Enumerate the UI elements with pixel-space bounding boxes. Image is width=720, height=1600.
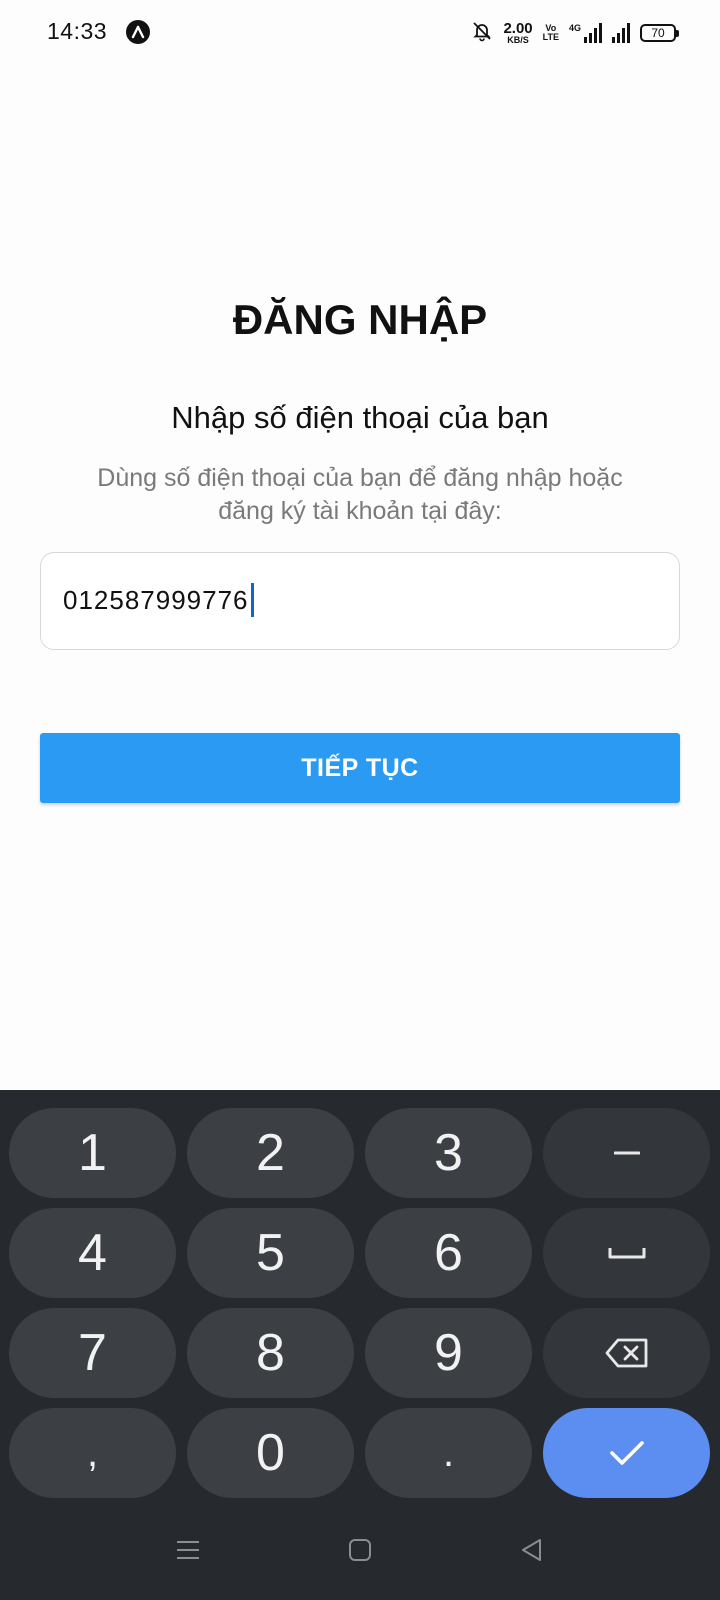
volte-bottom: LTE: [542, 32, 559, 42]
key-4[interactable]: 4: [9, 1208, 176, 1298]
phone-input-value: 012587999776: [63, 583, 254, 619]
triangle-a-icon: [126, 20, 150, 44]
status-icons: 2.00 KB/S Vo LTE 4G 70: [471, 18, 679, 48]
net-speed-unit: KB/S: [507, 35, 529, 45]
key-period[interactable]: .: [365, 1408, 532, 1498]
key-7[interactable]: 7: [9, 1308, 176, 1398]
navigation-bar: [0, 1500, 720, 1600]
status-time: 14:33: [47, 18, 108, 44]
volte-indicator: Vo LTE: [543, 24, 559, 42]
network-type: 4G: [568, 23, 581, 33]
status-bar: 14:33 2.00 KB/S Vo LTE 4G 70: [0, 0, 720, 64]
key-3[interactable]: 3: [365, 1108, 532, 1198]
key-9[interactable]: 9: [365, 1308, 532, 1398]
net-speed-value: 2.00: [503, 20, 533, 37]
text-caret: [250, 583, 254, 618]
backspace-icon: [605, 1338, 649, 1368]
battery-level: 70: [651, 26, 665, 40]
key-6[interactable]: 6: [365, 1208, 532, 1298]
bell-muted-icon: [471, 20, 493, 47]
battery-icon: 70: [640, 24, 679, 42]
key-backspace[interactable]: [543, 1308, 710, 1398]
continue-button[interactable]: TIẾP TỤC: [40, 733, 680, 803]
net-speed: 2.00 KB/S: [503, 21, 532, 45]
helper-line-1: Dùng số điện thoại của bạn để đăng nhập …: [97, 464, 623, 492]
key-2[interactable]: 2: [187, 1108, 354, 1198]
signal-icon: [612, 23, 630, 43]
minus-icon: [613, 1150, 640, 1156]
numeric-keyboard: 1 2 3 4 5 6 7 8 9 , 0 .: [0, 1090, 720, 1500]
key-5[interactable]: 5: [187, 1208, 354, 1298]
key-8[interactable]: 8: [187, 1308, 354, 1398]
key-space[interactable]: [543, 1208, 710, 1298]
key-0[interactable]: 0: [187, 1408, 354, 1498]
back-icon[interactable]: [512, 1530, 552, 1570]
phone-number-text: 012587999776: [63, 585, 249, 615]
page-title: ĐĂNG NHẬP: [232, 296, 488, 343]
subtitle: Nhập số điện thoại của bạn: [171, 400, 549, 435]
key-enter[interactable]: [543, 1408, 710, 1498]
check-icon: [609, 1439, 645, 1467]
key-1[interactable]: 1: [9, 1108, 176, 1198]
helper-text: Dùng số điện thoại của bạn để đăng nhập …: [60, 462, 660, 528]
signal-4g-icon: 4G: [569, 23, 602, 43]
menu-icon[interactable]: [168, 1530, 208, 1570]
space-icon: [608, 1246, 646, 1260]
key-minus[interactable]: [543, 1108, 710, 1198]
home-icon[interactable]: [340, 1530, 380, 1570]
key-comma[interactable]: ,: [9, 1408, 176, 1498]
phone-input[interactable]: 012587999776: [40, 552, 680, 650]
helper-line-2: đăng ký tài khoản tại đây:: [218, 497, 502, 525]
